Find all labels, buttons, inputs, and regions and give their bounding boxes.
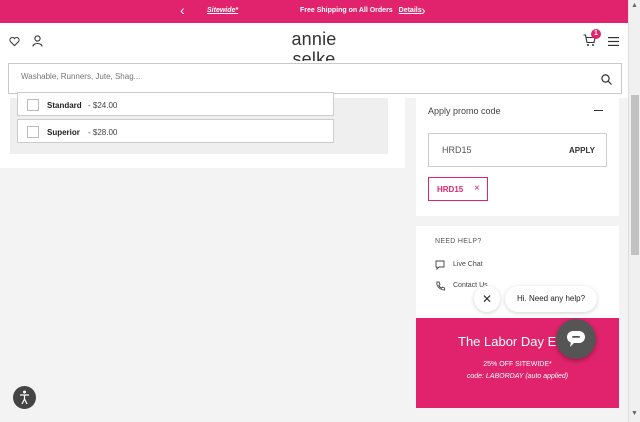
promo-shipping-text: Free Shipping on All Orders: [300, 7, 393, 14]
promo-sitewide-text: Sitewide*: [207, 7, 239, 14]
option-label: Standard: [47, 101, 82, 110]
scroll-thumb[interactable]: [631, 95, 639, 255]
accessibility-icon: [20, 390, 29, 405]
search-icon[interactable]: [601, 74, 612, 85]
cart-count-badge: 1: [591, 29, 601, 39]
heart-icon[interactable]: [9, 36, 20, 47]
size-options-panel: Standard - $24.00 Superior - $28.00: [10, 92, 388, 154]
option-standard[interactable]: Standard - $24.00: [17, 92, 334, 116]
help-heading: NEED HELP?: [435, 238, 482, 245]
live-chat-label: Live Chat: [453, 261, 483, 268]
labor-day-offer: 25% OFF SITEWIDE*: [483, 361, 552, 368]
option-superior[interactable]: Superior - $28.00: [17, 119, 334, 143]
chat-bubble-icon: [567, 331, 585, 347]
scroll-up-arrow[interactable]: ▲: [631, 2, 638, 9]
promo-details-link[interactable]: Details: [399, 7, 422, 14]
option-label: Superior: [47, 128, 80, 137]
option-checkbox[interactable]: [27, 126, 39, 138]
contact-us-link[interactable]: Contact Us: [435, 281, 488, 293]
labor-day-code: code: LABORDAY (auto applied): [466, 373, 569, 380]
promo-code-field[interactable]: HRD15 APPLY: [428, 133, 607, 167]
option-checkbox[interactable]: [27, 99, 39, 111]
collapse-minus-icon[interactable]: [594, 110, 603, 111]
applied-promo-code: HRD15: [437, 185, 464, 194]
scroll-down-arrow[interactable]: ▼: [631, 410, 638, 417]
chat-launcher-button[interactable]: [556, 319, 596, 359]
user-icon[interactable]: [32, 35, 43, 47]
search-input[interactable]: [21, 72, 581, 81]
promo-next-arrow[interactable]: ›: [421, 3, 426, 17]
site-header: annie selke PINE CONE HILL | DASH & ALBE…: [0, 23, 628, 74]
remove-promo-icon[interactable]: ×: [474, 183, 480, 194]
promo-code-value: HRD15: [442, 145, 472, 155]
promo-bar: ‹ Sitewide* Free Shipping on All Orders …: [0, 0, 628, 23]
search-box: [8, 63, 622, 94]
phone-icon: [436, 281, 445, 291]
page-scrollbar[interactable]: ▲ ▼: [628, 0, 640, 422]
menu-icon[interactable]: [608, 37, 619, 46]
live-chat-link[interactable]: Live Chat: [435, 260, 483, 272]
applied-promo-chip: HRD15 ×: [428, 177, 488, 201]
chat-icon: [435, 260, 445, 271]
promo-message: Free Shipping on All Orders Details: [300, 7, 422, 14]
promo-code-card: Apply promo code HRD15 APPLY HRD15 ×: [416, 98, 619, 216]
promo-prev-arrow[interactable]: ‹: [180, 3, 185, 17]
promo-heading[interactable]: Apply promo code: [428, 106, 501, 116]
chat-close-button[interactable]: ✕: [474, 286, 500, 312]
option-price: - $24.00: [88, 101, 118, 110]
chat-greeting-bubble[interactable]: Hi. Need any help?: [505, 286, 597, 312]
option-price: - $28.00: [88, 128, 118, 137]
accessibility-button[interactable]: [13, 386, 36, 409]
apply-button[interactable]: APPLY: [569, 146, 595, 155]
